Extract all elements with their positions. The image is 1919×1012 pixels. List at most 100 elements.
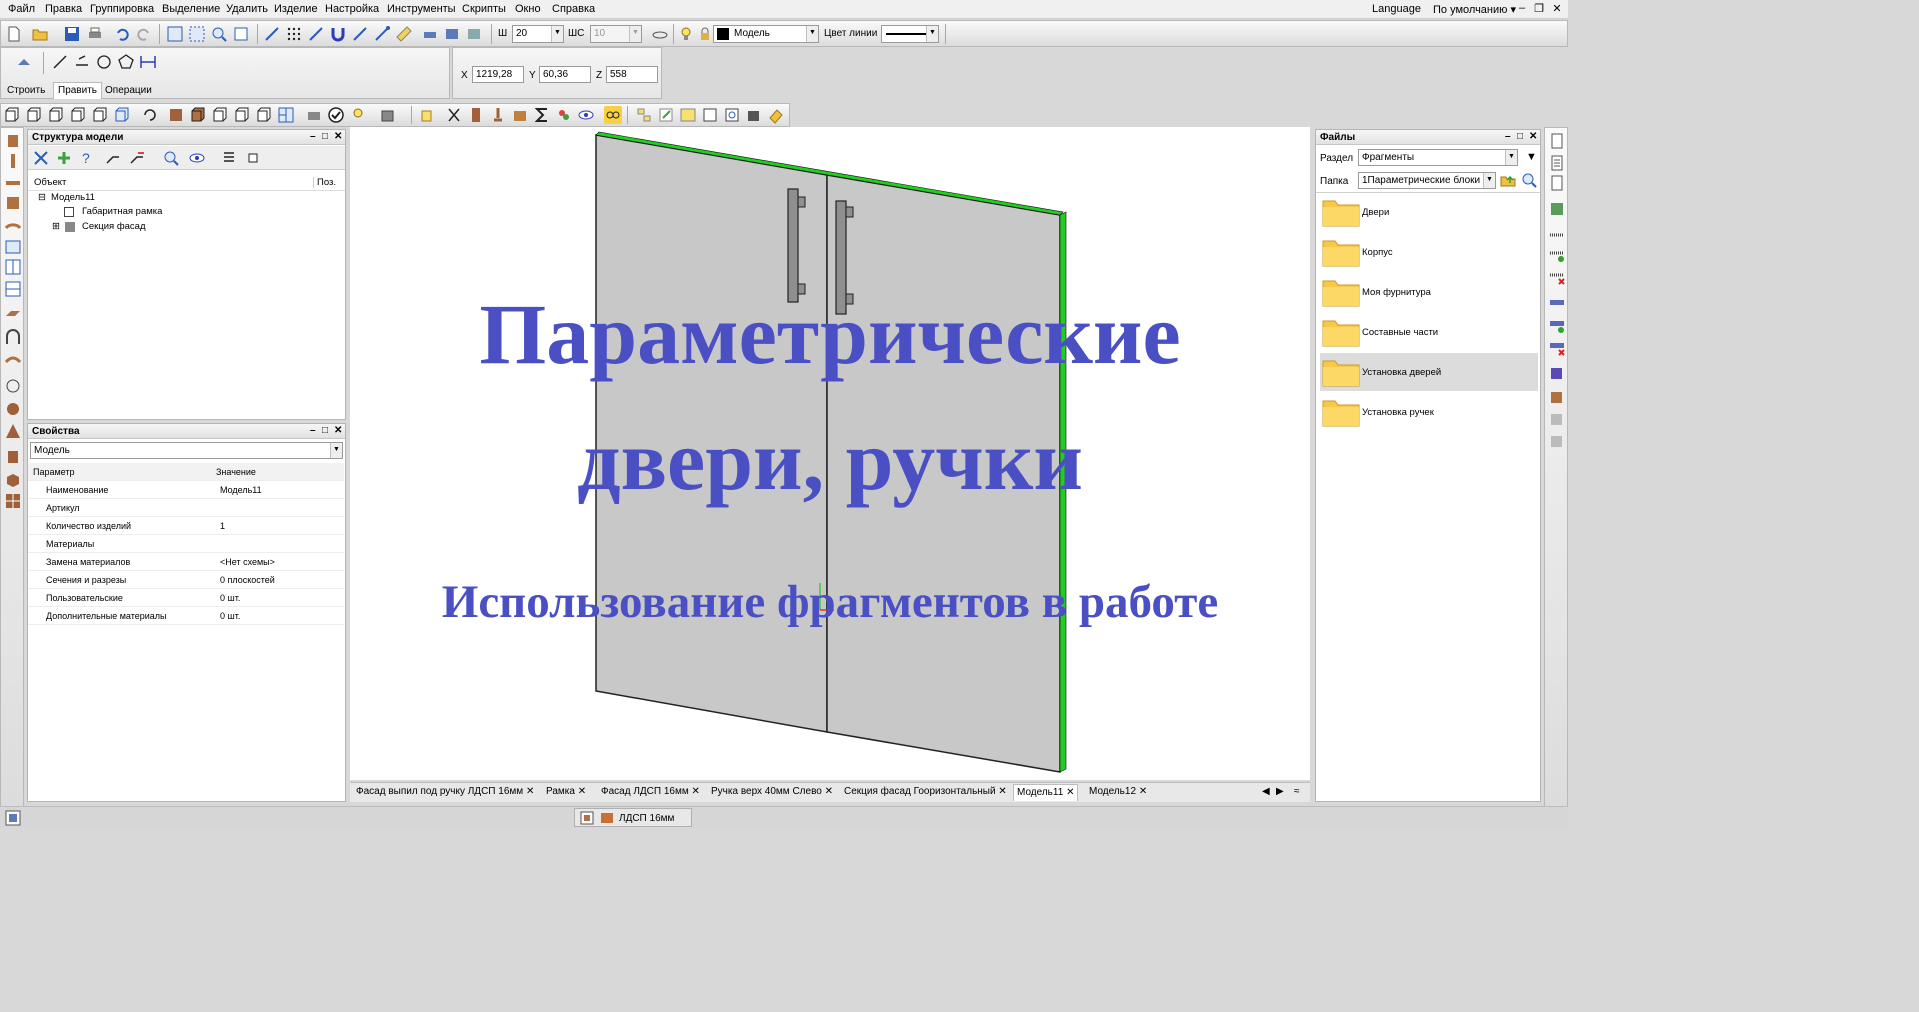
layer-combo[interactable]: Модель ▼ xyxy=(713,25,819,43)
taskbar-window-item[interactable]: ЛДСП 16мм xyxy=(574,808,692,827)
eye-icon[interactable] xyxy=(577,106,595,124)
menu-settings[interactable]: Настройка xyxy=(325,3,379,15)
folder-combo[interactable]: 1Параметрические блоки Ур ▼ xyxy=(1358,172,1496,189)
parallel-line-icon[interactable] xyxy=(73,53,91,71)
screw-icon[interactable] xyxy=(1548,226,1566,244)
list-icon[interactable] xyxy=(220,149,238,167)
prop-row-name[interactable]: Наименование Модель11 xyxy=(28,481,344,499)
render-shaded-icon[interactable] xyxy=(189,106,207,124)
menu-tools[interactable]: Инструменты xyxy=(387,3,456,15)
panel-minimize-icon[interactable]: – xyxy=(310,425,316,436)
stack-icon[interactable] xyxy=(745,106,763,124)
menu-grouping[interactable]: Группировка xyxy=(90,3,154,15)
z-input[interactable]: 558 xyxy=(606,66,658,83)
snap-node-icon[interactable] xyxy=(263,25,281,43)
file-item-doors[interactable]: Двери xyxy=(1320,193,1538,231)
tree-icon[interactable] xyxy=(635,106,653,124)
zoom-icon[interactable] xyxy=(210,25,228,43)
ruler-icon[interactable] xyxy=(395,25,413,43)
app-icon[interactable] xyxy=(4,809,22,827)
lightbulb-icon[interactable] xyxy=(677,25,695,43)
print-icon[interactable] xyxy=(86,25,104,43)
tree-node-model[interactable]: Модель11 xyxy=(51,192,95,203)
cut-icon[interactable] xyxy=(445,106,463,124)
undo-icon[interactable] xyxy=(113,25,131,43)
profile-icon[interactable] xyxy=(4,350,22,368)
materials-icon[interactable] xyxy=(555,106,573,124)
close-icon[interactable]: ✕ xyxy=(526,786,534,797)
box-icon[interactable] xyxy=(379,106,397,124)
cube-blue-icon[interactable] xyxy=(1548,364,1566,382)
ws-combo[interactable]: 10 ▼ xyxy=(590,25,642,43)
properties-selector[interactable]: Модель ▼ xyxy=(30,442,343,459)
layers-icon[interactable] xyxy=(651,25,669,43)
save-icon[interactable] xyxy=(63,25,81,43)
tools-icon[interactable] xyxy=(32,149,50,167)
close-icon[interactable]: ✕ xyxy=(1066,787,1074,798)
panel-maximize-icon[interactable]: □ xyxy=(1517,131,1523,142)
close-icon[interactable]: ✕ xyxy=(825,786,833,797)
model-viewport[interactable]: Параметрические двери, ручки Использован… xyxy=(350,127,1310,780)
tab-build[interactable]: Строить xyxy=(7,85,45,96)
screw-add-icon[interactable] xyxy=(1548,246,1566,264)
tab-list-icon[interactable]: ≈ xyxy=(1294,786,1300,797)
book-icon[interactable] xyxy=(767,106,785,124)
build-panel-icon[interactable] xyxy=(15,53,33,71)
open-folder-icon[interactable] xyxy=(31,25,49,43)
tree-expand-icon[interactable]: ⊞ xyxy=(52,221,60,232)
panel-maximize-icon[interactable]: □ xyxy=(322,425,328,436)
horizontal-panel-icon[interactable] xyxy=(4,174,22,192)
redo-icon[interactable] xyxy=(135,25,153,43)
close-icon[interactable]: ✕ xyxy=(998,786,1006,797)
front-panel-icon[interactable] xyxy=(4,194,22,212)
snap-tangent-icon[interactable] xyxy=(351,25,369,43)
preset-menu[interactable]: По умолчанию ▾ xyxy=(1433,3,1516,16)
line-style-combo[interactable]: ▼ xyxy=(881,25,939,43)
cylinder-icon[interactable] xyxy=(4,448,22,466)
close-icon[interactable]: ✕ xyxy=(1550,2,1564,15)
snap-perpendicular-icon[interactable] xyxy=(373,25,391,43)
view-back-icon[interactable] xyxy=(25,106,43,124)
view-iso-icon[interactable] xyxy=(113,106,131,124)
camera-icon[interactable] xyxy=(305,106,323,124)
pyramid-icon[interactable] xyxy=(4,422,22,440)
render-textured-icon[interactable] xyxy=(167,106,185,124)
prop-row-extra-materials[interactable]: Дополнительные материалы 0 шт. xyxy=(28,607,344,625)
group-icon[interactable] xyxy=(246,149,264,167)
frame-icon[interactable] xyxy=(4,238,22,256)
book-stack-icon[interactable] xyxy=(1548,388,1566,406)
tab-doc-3[interactable]: Фасад ЛДСП 16мм ✕ xyxy=(601,786,700,797)
prop-row-custom[interactable]: Пользовательские 0 шт. xyxy=(28,589,344,607)
folder-up-icon[interactable] xyxy=(1499,171,1517,189)
curved-panel-icon[interactable] xyxy=(4,216,22,234)
doc-icon[interactable] xyxy=(1548,132,1566,150)
magnet-icon[interactable] xyxy=(329,25,347,43)
dimension-tool-icon[interactable] xyxy=(139,53,157,71)
layout-icon[interactable] xyxy=(277,106,295,124)
file-item-components[interactable]: Составные части xyxy=(1320,313,1538,351)
shelf-icon[interactable] xyxy=(4,306,22,324)
width-combo[interactable]: 20 ▼ xyxy=(512,25,564,43)
tab-doc-5[interactable]: Секция фасад Гооризонтальный ✕ xyxy=(844,786,1007,797)
tab-doc-4[interactable]: Ручка верх 40мм Слево ✕ xyxy=(711,786,833,797)
grid-panel-icon[interactable] xyxy=(4,492,22,510)
book-gray-icon[interactable] xyxy=(1548,410,1566,428)
view-top-icon[interactable] xyxy=(91,106,109,124)
menu-selection[interactable]: Выделение xyxy=(162,3,220,15)
arch-icon[interactable] xyxy=(4,328,22,346)
tab-doc-7[interactable]: Модель12 ✕ xyxy=(1089,786,1147,797)
tree-collapse-icon[interactable]: ⊟ xyxy=(38,192,46,203)
menu-window[interactable]: Окно xyxy=(515,3,541,15)
line-tool-icon[interactable] xyxy=(51,53,69,71)
box-3d-icon[interactable] xyxy=(4,470,22,488)
render-wire-icon[interactable] xyxy=(211,106,229,124)
menu-product[interactable]: Изделие xyxy=(274,3,318,15)
language-menu[interactable]: Language xyxy=(1372,3,1421,15)
vertical-panel-icon[interactable] xyxy=(4,152,22,170)
tab-scroll-right-icon[interactable]: ▶ xyxy=(1276,786,1284,797)
light-icon[interactable] xyxy=(349,106,367,124)
check-icon[interactable] xyxy=(327,106,345,124)
x-input[interactable]: 1219,28 xyxy=(472,66,524,83)
filter-icon[interactable]: ▼ xyxy=(1526,151,1537,163)
close-icon[interactable]: ✕ xyxy=(1139,786,1147,797)
